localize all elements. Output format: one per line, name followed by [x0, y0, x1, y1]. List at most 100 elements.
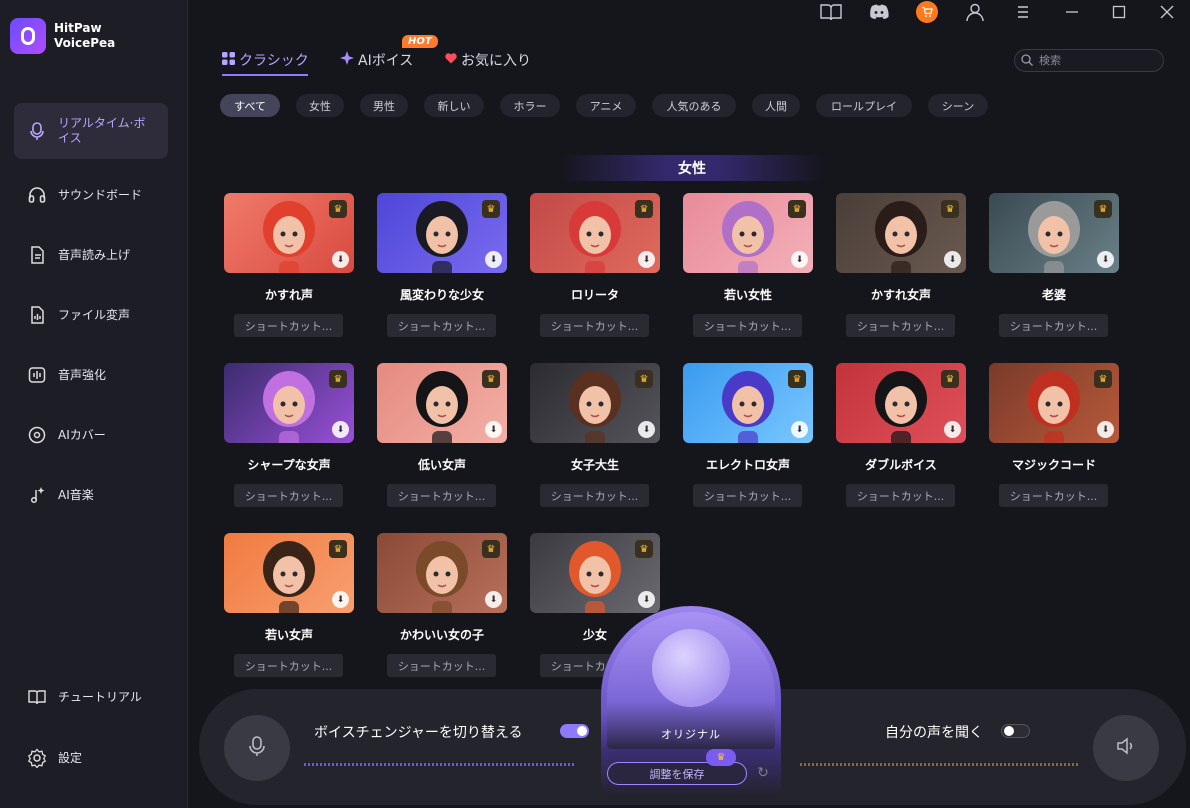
voice-thumbnail[interactable]: ♛ ⬇ — [224, 533, 354, 613]
voice-thumbnail[interactable]: ♛ ⬇ — [530, 363, 660, 443]
voice-thumbnail[interactable]: ♛ ⬇ — [989, 363, 1119, 443]
voice-card[interactable]: ♛ ⬇ 低い女声 ショートカット... — [377, 363, 507, 509]
download-icon[interactable]: ⬇ — [638, 421, 655, 438]
voice-card[interactable]: ♛ ⬇ ロリータ ショートカット... — [530, 193, 660, 339]
voice-thumbnail[interactable]: ♛ ⬇ — [224, 193, 354, 273]
download-icon[interactable]: ⬇ — [791, 421, 808, 438]
shortcut-button[interactable]: ショートカット... — [387, 654, 496, 677]
shortcut-button[interactable]: ショートカット... — [693, 484, 802, 507]
sidebar-item-soundboard[interactable]: サウンドボード — [14, 167, 168, 223]
shortcut-button[interactable]: ショートカット... — [540, 314, 649, 337]
voice-thumbnail[interactable]: ♛ ⬇ — [683, 193, 813, 273]
sidebar-item-tts[interactable]: 音声読み上げ — [14, 227, 168, 283]
download-icon[interactable]: ⬇ — [791, 251, 808, 268]
download-icon[interactable]: ⬇ — [1097, 251, 1114, 268]
speaker-button[interactable] — [1093, 715, 1159, 781]
voice-card[interactable]: ♛ ⬇ 女子大生 ショートカット... — [530, 363, 660, 509]
shortcut-button[interactable]: ショートカット... — [234, 484, 343, 507]
filter-chip-new[interactable]: 新しい — [424, 94, 484, 117]
voice-card[interactable]: ♛ ⬇ ダブルボイス ショートカット... — [836, 363, 966, 509]
voice-thumbnail[interactable]: ♛ ⬇ — [836, 363, 966, 443]
crown-icon: ♛ — [1094, 200, 1112, 218]
download-icon[interactable]: ⬇ — [1097, 421, 1114, 438]
download-icon[interactable]: ⬇ — [485, 421, 502, 438]
shortcut-button[interactable]: ショートカット... — [234, 654, 343, 677]
download-icon[interactable]: ⬇ — [332, 591, 349, 608]
user-icon[interactable] — [963, 1, 987, 23]
voice-card[interactable]: ♛ ⬇ かすれ声 ショートカット... — [224, 193, 354, 339]
filter-chip-anime[interactable]: アニメ — [576, 94, 636, 117]
voice-card[interactable]: ♛ ⬇ かすれ女声 ショートカット... — [836, 193, 966, 339]
sidebar-item-settings[interactable]: 設定 — [14, 730, 168, 786]
voice-thumbnail[interactable]: ♛ ⬇ — [683, 363, 813, 443]
download-icon[interactable]: ⬇ — [944, 421, 961, 438]
close-icon[interactable] — [1155, 1, 1179, 23]
voice-thumbnail[interactable]: ♛ ⬇ — [530, 193, 660, 273]
shortcut-button[interactable]: ショートカット... — [999, 484, 1108, 507]
crown-icon: ♛ — [788, 370, 806, 388]
download-icon[interactable]: ⬇ — [944, 251, 961, 268]
shortcut-button[interactable]: ショートカット... — [234, 314, 343, 337]
minimize-icon[interactable] — [1060, 1, 1084, 23]
voice-thumbnail[interactable]: ♛ ⬇ — [989, 193, 1119, 273]
shortcut-button[interactable]: ショートカット... — [693, 314, 802, 337]
download-icon[interactable]: ⬇ — [485, 251, 502, 268]
voice-card[interactable]: ♛ ⬇ マジックコード ショートカット... — [989, 363, 1119, 509]
shortcut-button[interactable]: ショートカット... — [540, 484, 649, 507]
cart-icon[interactable] — [915, 1, 939, 23]
download-icon[interactable]: ⬇ — [485, 591, 502, 608]
search-box — [1014, 49, 1164, 72]
download-icon[interactable]: ⬇ — [332, 421, 349, 438]
voice-card[interactable]: ♛ ⬇ 老婆 ショートカット... — [989, 193, 1119, 339]
shortcut-button[interactable]: ショートカット... — [387, 314, 496, 337]
shortcut-button[interactable]: ショートカット... — [387, 484, 496, 507]
filter-chip-all[interactable]: すべて — [220, 94, 280, 117]
sidebar-item-ai-music[interactable]: AI音楽 — [14, 467, 168, 523]
download-icon[interactable]: ⬇ — [638, 591, 655, 608]
voice-card[interactable]: ♛ ⬇ 若い女性 ショートカット... — [683, 193, 813, 339]
discord-icon[interactable] — [867, 1, 891, 23]
shortcut-button[interactable]: ショートカット... — [846, 314, 955, 337]
filter-chip-horror[interactable]: ホラー — [500, 94, 560, 117]
filter-chip-scene[interactable]: シーン — [928, 94, 988, 117]
guide-book-icon[interactable] — [819, 1, 843, 23]
sidebar-item-ai-cover[interactable]: AIカバー — [14, 407, 168, 463]
search-input[interactable] — [1039, 54, 1149, 67]
tab-label: AIボイス — [358, 53, 414, 69]
voice-card[interactable]: ♛ ⬇ シャープな女声 ショートカット... — [224, 363, 354, 509]
shortcut-button[interactable]: ショートカット... — [999, 314, 1108, 337]
filter-chip-human[interactable]: 人間 — [752, 94, 800, 117]
tab-classic[interactable]: クラシック — [222, 50, 309, 70]
filter-chip-female[interactable]: 女性 — [296, 94, 344, 117]
voice-card[interactable]: ♛ ⬇ 風変わりな少女 ショートカット... — [377, 193, 507, 339]
voice-card[interactable]: ♛ ⬇ かわいい女の子 ショートカット... — [377, 533, 507, 679]
maximize-icon[interactable] — [1107, 1, 1131, 23]
voice-thumbnail[interactable]: ♛ ⬇ — [836, 193, 966, 273]
sidebar-item-enhance[interactable]: 音声強化 — [14, 347, 168, 403]
tab-ai-voice[interactable]: AIボイス — [340, 50, 413, 70]
voice-thumbnail[interactable]: ♛ ⬇ — [377, 533, 507, 613]
voice-card[interactable]: ♛ ⬇ 若い女声 ショートカット... — [224, 533, 354, 679]
voice-thumbnail[interactable]: ♛ ⬇ — [224, 363, 354, 443]
download-icon[interactable]: ⬇ — [638, 251, 655, 268]
tab-favorites[interactable]: お気に入り — [445, 50, 531, 70]
filter-chip-roleplay[interactable]: ロールプレイ — [816, 94, 912, 117]
character-avatar — [416, 541, 468, 613]
voice-card[interactable]: ♛ ⬇ エレクトロ女声 ショートカット... — [683, 363, 813, 509]
voice-thumbnail[interactable]: ♛ ⬇ — [377, 193, 507, 273]
sidebar-item-file-voice[interactable]: ファイル変声 — [14, 287, 168, 343]
filter-chip-male[interactable]: 男性 — [360, 94, 408, 117]
input-waveform — [304, 763, 576, 766]
download-icon[interactable]: ⬇ — [332, 251, 349, 268]
sidebar-item-tutorial[interactable]: チュートリアル — [14, 669, 168, 725]
sidebar-item-realtime-voice[interactable]: リアルタイム·ボイス — [14, 103, 168, 159]
mic-button[interactable] — [224, 715, 290, 781]
voice-thumbnail[interactable]: ♛ ⬇ — [530, 533, 660, 613]
hear-self-toggle[interactable] — [1001, 724, 1030, 738]
voice-changer-toggle[interactable] — [560, 724, 589, 738]
shortcut-button[interactable]: ショートカット... — [846, 484, 955, 507]
voice-thumbnail[interactable]: ♛ ⬇ — [377, 363, 507, 443]
filter-chip-popular[interactable]: 人気のある — [652, 94, 736, 117]
refresh-icon[interactable]: ↻ — [755, 765, 771, 781]
menu-icon[interactable] — [1011, 1, 1035, 23]
